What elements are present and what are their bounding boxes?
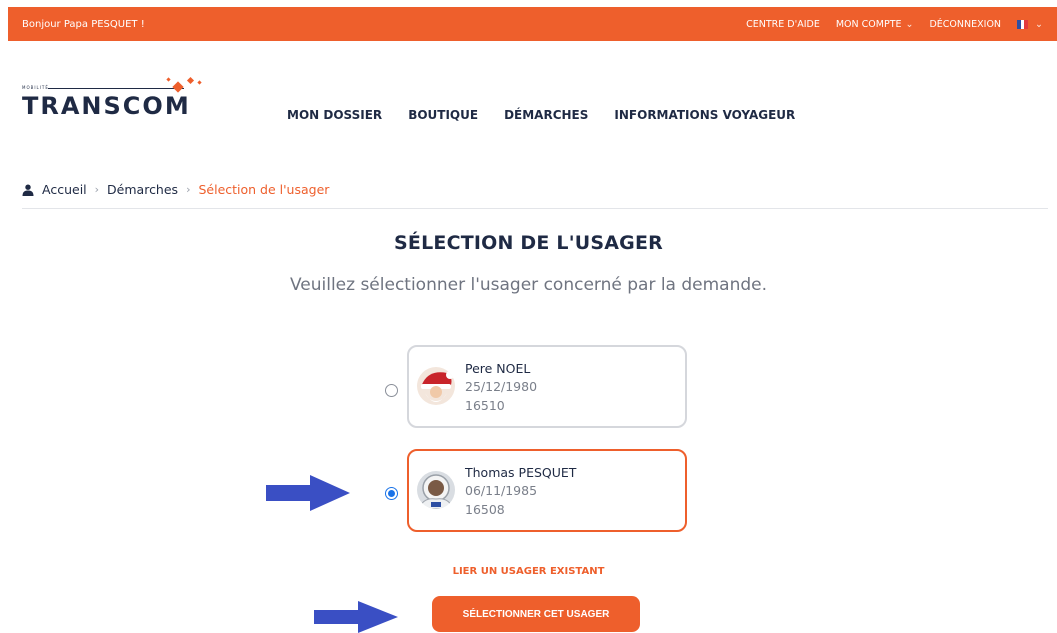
link-existing-user-link[interactable]: LIER UN USAGER EXISTANT <box>0 566 1057 577</box>
logo-spark-icon <box>186 76 195 85</box>
user-radio-pere-noel[interactable] <box>385 384 398 397</box>
help-center-link[interactable]: CENTRE D'AIDE <box>746 19 820 30</box>
breadcrumb-separator-icon: › <box>186 183 191 196</box>
top-links: CENTRE D'AIDE MON COMPTE ⌄ DÉCONNEXION ⌄ <box>746 19 1043 30</box>
astronaut-avatar <box>417 471 455 509</box>
logo-wordmark: TRANSCOM <box>22 92 191 120</box>
greeting-text: Bonjour Papa PESQUET ! <box>22 18 145 30</box>
annotation-arrow-icon <box>266 475 350 511</box>
breadcrumb: Accueil › Démarches › Sélection de l'usa… <box>22 182 329 197</box>
user-radio-thomas-pesquet[interactable] <box>385 487 398 500</box>
breadcrumb-demarches[interactable]: Démarches <box>107 182 178 197</box>
page-title: SÉLECTION DE L'USAGER <box>394 232 663 254</box>
language-selector[interactable]: ⌄ <box>1017 19 1043 30</box>
user-number: 16508 <box>465 502 505 517</box>
breadcrumb-separator-icon: › <box>94 183 100 196</box>
user-card-thomas-pesquet[interactable]: Thomas PESQUET 06/11/1985 16508 <box>407 449 687 532</box>
logo-line <box>48 88 184 89</box>
nav-item-demarches[interactable]: DÉMARCHES <box>504 108 588 122</box>
breadcrumb-divider <box>22 208 1048 209</box>
user-name: Thomas PESQUET <box>465 465 577 480</box>
logo-spark-icon <box>172 81 184 93</box>
nav-item-boutique[interactable]: BOUTIQUE <box>408 108 478 122</box>
fr-flag-icon <box>1017 19 1029 29</box>
user-name: Pere NOEL <box>465 361 531 376</box>
user-card-pere-noel[interactable]: Pere NOEL 25/12/1980 16510 <box>407 345 687 428</box>
breadcrumb-home[interactable]: Accueil <box>42 182 87 197</box>
annotation-arrow-icon <box>314 601 398 633</box>
breadcrumb-current: Sélection de l'usager <box>198 182 330 197</box>
santa-avatar <box>417 367 455 405</box>
nav-item-mon-dossier[interactable]: MON DOSSIER <box>287 108 382 122</box>
user-number: 16510 <box>465 398 505 413</box>
chevron-down-icon: ⌄ <box>905 18 914 30</box>
top-bar: Bonjour Papa PESQUET ! CENTRE D'AIDE MON… <box>8 7 1057 41</box>
chevron-down-icon: ⌄ <box>1035 18 1043 30</box>
logo-spark-icon <box>166 77 171 82</box>
user-birthdate: 06/11/1985 <box>465 483 538 498</box>
logo-tagline: MOBILITÉ <box>22 85 49 90</box>
my-account-menu[interactable]: MON COMPTE ⌄ <box>836 19 914 30</box>
page-subtitle: Veuillez sélectionner l'usager concerné … <box>289 275 768 295</box>
logout-link[interactable]: DÉCONNEXION <box>929 19 1001 30</box>
my-account-label: MON COMPTE <box>835 18 902 30</box>
transcom-logo[interactable]: MOBILITÉ TRANSCOM <box>22 76 212 124</box>
nav-item-informations-voyageur[interactable]: INFORMATIONS VOYAGEUR <box>614 108 795 122</box>
user-birthdate: 25/12/1980 <box>465 379 538 394</box>
user-icon <box>22 184 34 196</box>
logo-spark-icon <box>197 80 202 85</box>
main-nav: MON DOSSIER BOUTIQUE DÉMARCHES INFORMATI… <box>287 108 795 122</box>
select-user-button[interactable]: SÉLECTIONNER CET USAGER <box>432 596 640 632</box>
